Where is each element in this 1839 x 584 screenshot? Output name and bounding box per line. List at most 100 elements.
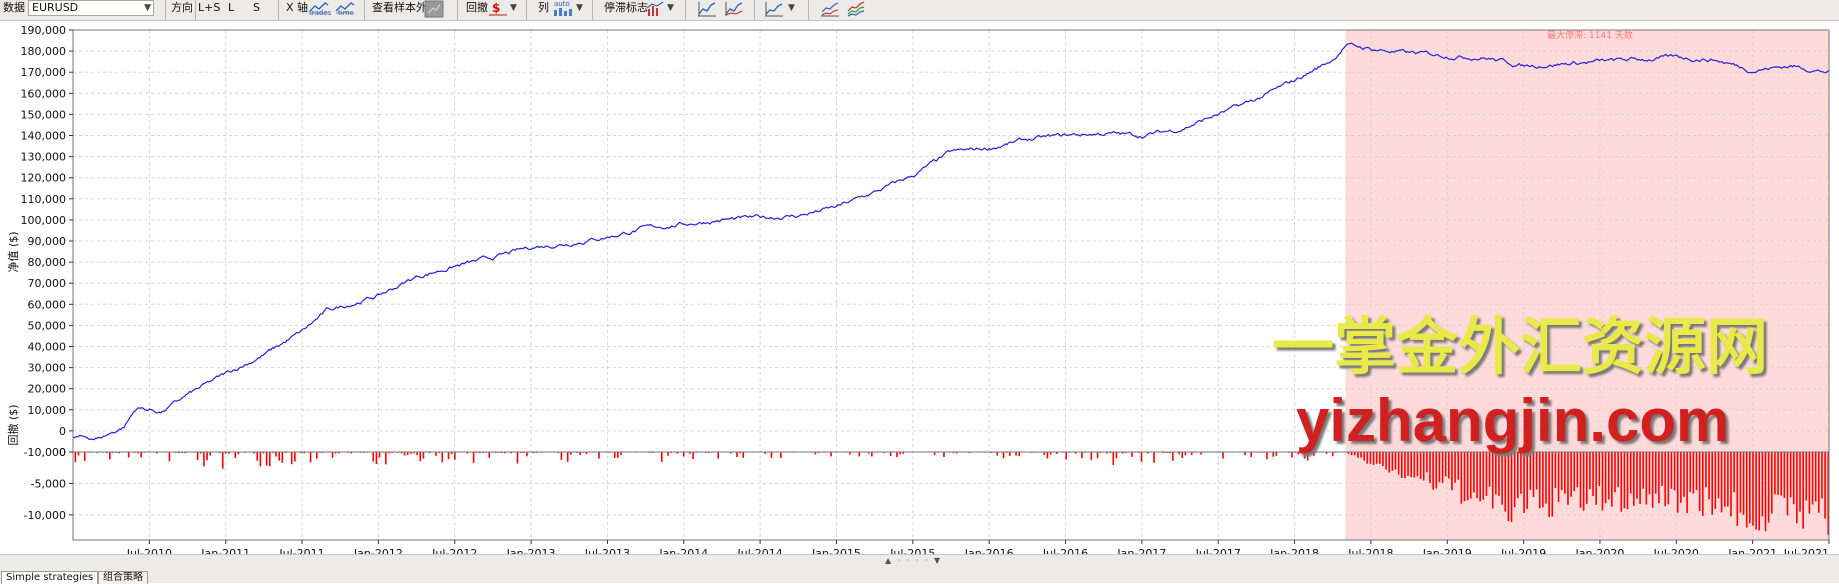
direction-ls-button[interactable]: L+S <box>195 0 220 20</box>
drawdown-bar <box>1789 452 1792 498</box>
chevron-down-icon: ▼ <box>144 3 151 13</box>
drawdown-bar <box>1639 452 1641 505</box>
xaxis-label: X 轴 <box>286 1 309 14</box>
drawdown-bar <box>1360 452 1362 458</box>
drawdown-bar <box>1676 452 1679 513</box>
drawdown-bar <box>1560 452 1563 491</box>
drawdown-bar <box>1448 452 1450 479</box>
line-chart-icon[interactable] <box>697 0 717 18</box>
x-tick-label: Jul-2014 <box>737 547 783 554</box>
drawdown-bar <box>943 452 945 457</box>
drawdown-bar <box>1582 452 1585 511</box>
drawdown-bar <box>1516 452 1519 499</box>
tab-portfolio-strategies[interactable]: 组合策略 <box>98 571 148 584</box>
drawdown-bar <box>1222 452 1224 459</box>
drawdown-bar <box>1275 452 1278 456</box>
toolbar-separator <box>165 0 166 20</box>
drawdown-bar <box>1413 452 1416 478</box>
y-tick-label: 70,000 <box>28 277 67 290</box>
x-tick-label: Jul-2013 <box>584 547 630 554</box>
drawdown-bar <box>598 452 600 459</box>
drawdown-bar <box>682 452 685 457</box>
y-tick-label: 60,000 <box>28 298 67 311</box>
stagnation-chart-icon[interactable] <box>645 0 665 18</box>
drawdown-bar <box>896 452 898 458</box>
drawdown-bar <box>1140 452 1143 462</box>
drawdown-bar <box>1498 452 1500 496</box>
drawdown-bar <box>1557 452 1560 502</box>
footer: ▲ · · · · ▼ Simple strategies 组合策略 <box>0 554 1839 584</box>
drawdown-bar <box>488 452 491 458</box>
drawdown-bar <box>1764 452 1767 532</box>
drawdown-bar <box>1626 452 1629 510</box>
direction-l-button[interactable]: L <box>228 0 234 20</box>
symbol-select[interactable]: EURUSD ▼ <box>28 0 154 16</box>
drawdown-bar <box>1501 452 1503 505</box>
resize-grip[interactable]: ▲ · · · · ▼ <box>885 556 942 565</box>
direction-s-button[interactable]: S <box>253 0 260 20</box>
drawdown-bar <box>1046 452 1049 459</box>
drawdown-bar <box>74 452 77 463</box>
x-tick-label: Jan-2017 <box>1116 547 1166 554</box>
x-tick-label: Jul-2015 <box>889 547 935 554</box>
drawdown-bar <box>372 452 375 462</box>
chevron-down-icon[interactable]: ▼ <box>510 0 517 16</box>
stagnation-label: 最大停滞: 1141 天数 <box>1547 29 1633 41</box>
drawdown-bar <box>1824 452 1826 519</box>
toolbar: 数据 EURUSD ▼ 方向 L+S L S X 轴 trades time 查… <box>0 0 1839 21</box>
drawdown-bar <box>1792 452 1795 505</box>
drawdown-bar <box>770 452 773 458</box>
drawdown-bar <box>1607 452 1610 500</box>
y-tick-label: 20,000 <box>28 383 67 396</box>
drawdown-bar <box>1018 452 1021 457</box>
y-tick-label: 30,000 <box>28 362 67 375</box>
chevron-down-icon[interactable]: ▼ <box>788 0 795 16</box>
y-tick-label: 40,000 <box>28 341 67 354</box>
drawdown-bar <box>1404 452 1406 479</box>
drawdown-bar <box>1811 452 1814 505</box>
drawdown-bar <box>1617 452 1619 488</box>
drawdown-bar <box>1714 452 1717 509</box>
drawdown-bar <box>1495 452 1497 495</box>
drawdown-tick-label: -5,000 <box>31 477 66 490</box>
drawdown-bar <box>1623 452 1626 509</box>
drawdown-bar <box>996 452 999 456</box>
drawdown-bar <box>1523 452 1525 513</box>
drawdown-bar <box>692 452 694 459</box>
drawdown-bar <box>1532 452 1535 497</box>
drawdown-dollar-icon[interactable]: $ <box>488 0 508 18</box>
drawdown-bar <box>1692 452 1695 494</box>
drawdown-bar <box>140 452 143 458</box>
time-axis-label: time <box>338 9 354 17</box>
drawdown-bar <box>1115 452 1118 459</box>
x-tick-label: Jul-2016 <box>1042 547 1088 554</box>
chevron-down-icon[interactable]: ▼ <box>667 0 674 16</box>
drawdown-bar <box>1711 452 1714 515</box>
drawdown-bar <box>1592 452 1594 497</box>
drawdown-bar <box>1410 452 1412 478</box>
tab-simple-strategies[interactable]: Simple strategies <box>1 571 99 584</box>
drawdown-bar <box>1808 452 1811 514</box>
drawdown-bar <box>1570 452 1572 497</box>
drawdown-bar <box>1426 452 1428 473</box>
drawdown-tick-label: 0 <box>59 446 66 459</box>
out-of-sample-toggle-icon[interactable] <box>424 0 444 18</box>
drawdown-bar <box>472 452 475 463</box>
compare-chart-icon[interactable] <box>820 0 840 18</box>
x-tick-label: Jan-2014 <box>658 547 708 554</box>
drawdown-bar <box>1391 452 1394 471</box>
multi-series-chart-icon[interactable] <box>846 0 866 18</box>
chevron-down-icon[interactable]: ▼ <box>576 0 583 16</box>
toolbar-separator <box>754 0 755 20</box>
equity-curve-icon[interactable] <box>764 0 784 18</box>
x-tick-label: Jul-2020 <box>1653 547 1699 554</box>
drawdown-bar <box>1601 452 1604 511</box>
drawdown-bar <box>1733 452 1735 493</box>
toolbar-separator <box>808 0 809 20</box>
drawdown-bar <box>1529 452 1532 490</box>
y-tick-label: 130,000 <box>21 151 67 164</box>
drawdown-bar <box>77 452 80 456</box>
line-chart-red-icon[interactable] <box>724 0 744 18</box>
drawdown-bar <box>1451 452 1453 491</box>
drawdown-bar <box>1369 452 1372 464</box>
